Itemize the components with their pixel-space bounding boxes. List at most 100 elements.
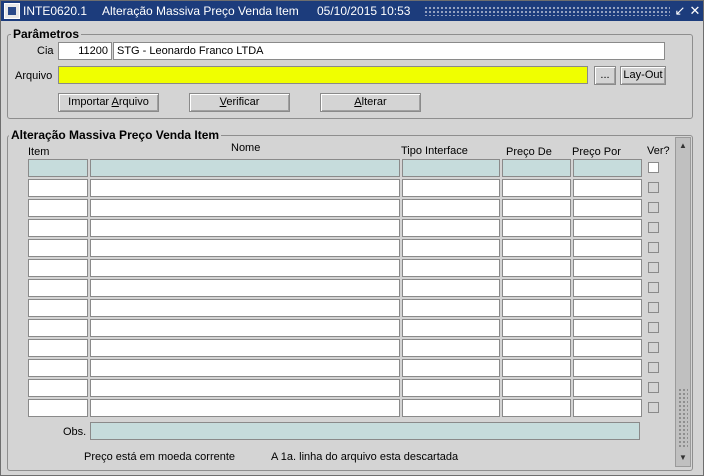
cell-tipo-interface[interactable]	[402, 279, 500, 297]
browse-button[interactable]: ...	[594, 66, 616, 85]
scroll-grip[interactable]	[678, 388, 688, 448]
cell-preco-por[interactable]	[573, 319, 642, 337]
ver-checkbox[interactable]	[648, 282, 659, 293]
cell-tipo-interface[interactable]	[402, 299, 500, 317]
cell-preco-por[interactable]	[573, 359, 642, 377]
alterar-label-b: lterar	[361, 96, 387, 108]
cell-preco-por[interactable]	[573, 219, 642, 237]
cell-tipo-interface[interactable]	[402, 259, 500, 277]
importar-arquivo-button[interactable]: Importar Arquivo	[58, 93, 159, 112]
ver-checkbox[interactable]	[648, 402, 659, 413]
ver-checkbox[interactable]	[648, 222, 659, 233]
cell-nome[interactable]	[90, 319, 400, 337]
cell-item[interactable]	[28, 279, 88, 297]
cell-tipo-interface[interactable]	[402, 359, 500, 377]
cell-preco-de[interactable]	[502, 339, 571, 357]
cell-nome[interactable]	[90, 279, 400, 297]
cell-nome[interactable]	[90, 359, 400, 377]
cell-item[interactable]	[28, 359, 88, 377]
cell-tipo-interface[interactable]	[402, 219, 500, 237]
cell-preco-de[interactable]	[502, 199, 571, 217]
cell-tipo-interface[interactable]	[402, 159, 500, 177]
cell-nome[interactable]	[90, 239, 400, 257]
ver-checkbox[interactable]	[648, 322, 659, 333]
scroll-down-icon[interactable]: ▼	[677, 451, 689, 465]
cell-nome[interactable]	[90, 159, 400, 177]
col-tipo-interface-header: Tipo Interface	[401, 145, 468, 157]
cia-name-field[interactable]: STG - Leonardo Franco LTDA	[113, 42, 665, 60]
cell-preco-de[interactable]	[502, 379, 571, 397]
cell-preco-por[interactable]	[573, 399, 642, 417]
cell-preco-por[interactable]	[573, 259, 642, 277]
cell-tipo-interface[interactable]	[402, 179, 500, 197]
ver-checkbox[interactable]	[648, 342, 659, 353]
cell-nome[interactable]	[90, 179, 400, 197]
close-icon[interactable]: ✕	[688, 3, 702, 19]
cell-preco-de[interactable]	[502, 259, 571, 277]
ver-checkbox[interactable]	[648, 302, 659, 313]
cell-preco-de[interactable]	[502, 179, 571, 197]
layout-button[interactable]: Lay-Out	[620, 66, 666, 85]
cell-tipo-interface[interactable]	[402, 379, 500, 397]
cell-preco-de[interactable]	[502, 219, 571, 237]
ver-checkbox[interactable]	[648, 362, 659, 373]
scroll-up-icon[interactable]: ▲	[677, 139, 689, 153]
window-datetime: 05/10/2015 10:53	[317, 4, 411, 18]
cell-preco-por[interactable]	[573, 179, 642, 197]
ver-checkbox[interactable]	[648, 262, 659, 273]
ver-checkbox[interactable]	[648, 202, 659, 213]
app-icon[interactable]	[4, 3, 20, 19]
cell-nome[interactable]	[90, 219, 400, 237]
verificar-button[interactable]: Verificar	[189, 93, 290, 112]
arquivo-field[interactable]	[58, 66, 588, 84]
cell-item[interactable]	[28, 259, 88, 277]
cell-nome[interactable]	[90, 259, 400, 277]
cell-item[interactable]	[28, 239, 88, 257]
cell-nome[interactable]	[90, 199, 400, 217]
cia-code-field[interactable]: 11200	[58, 42, 112, 60]
ver-checkbox[interactable]	[648, 382, 659, 393]
footer-moeda-note: Preço está em moeda corrente	[84, 451, 236, 463]
alterar-button[interactable]: Alterar	[320, 93, 421, 112]
minimize-icon[interactable]: ↙	[673, 3, 687, 19]
cell-item[interactable]	[28, 319, 88, 337]
main-window: INTE0620.1 Alteração Massiva Preço Venda…	[0, 0, 704, 476]
cell-item[interactable]	[28, 199, 88, 217]
cell-item[interactable]	[28, 379, 88, 397]
window-code: INTE0620.1	[23, 4, 88, 18]
cell-preco-por[interactable]	[573, 299, 642, 317]
cell-tipo-interface[interactable]	[402, 239, 500, 257]
cell-nome[interactable]	[90, 399, 400, 417]
cell-tipo-interface[interactable]	[402, 199, 500, 217]
ver-checkbox[interactable]	[648, 242, 659, 253]
cell-item[interactable]	[28, 179, 88, 197]
cell-preco-de[interactable]	[502, 399, 571, 417]
cell-nome[interactable]	[90, 379, 400, 397]
cell-tipo-interface[interactable]	[402, 399, 500, 417]
cell-item[interactable]	[28, 159, 88, 177]
cell-item[interactable]	[28, 299, 88, 317]
cell-tipo-interface[interactable]	[402, 339, 500, 357]
cell-preco-por[interactable]	[573, 379, 642, 397]
cell-preco-por[interactable]	[573, 239, 642, 257]
cell-preco-de[interactable]	[502, 279, 571, 297]
cell-preco-por[interactable]	[573, 199, 642, 217]
cell-item[interactable]	[28, 219, 88, 237]
cell-preco-por[interactable]	[573, 159, 642, 177]
cell-preco-de[interactable]	[502, 359, 571, 377]
cell-preco-de[interactable]	[502, 319, 571, 337]
cell-preco-por[interactable]	[573, 339, 642, 357]
cell-preco-por[interactable]	[573, 279, 642, 297]
obs-field[interactable]	[90, 422, 640, 440]
ver-checkbox[interactable]	[648, 162, 659, 173]
cell-item[interactable]	[28, 339, 88, 357]
cell-preco-de[interactable]	[502, 299, 571, 317]
ver-checkbox[interactable]	[648, 182, 659, 193]
cell-tipo-interface[interactable]	[402, 319, 500, 337]
cell-nome[interactable]	[90, 299, 400, 317]
vertical-scrollbar[interactable]: ▲ ▼	[675, 137, 691, 467]
cell-nome[interactable]	[90, 339, 400, 357]
cell-item[interactable]	[28, 399, 88, 417]
cell-preco-de[interactable]	[502, 159, 571, 177]
cell-preco-de[interactable]	[502, 239, 571, 257]
